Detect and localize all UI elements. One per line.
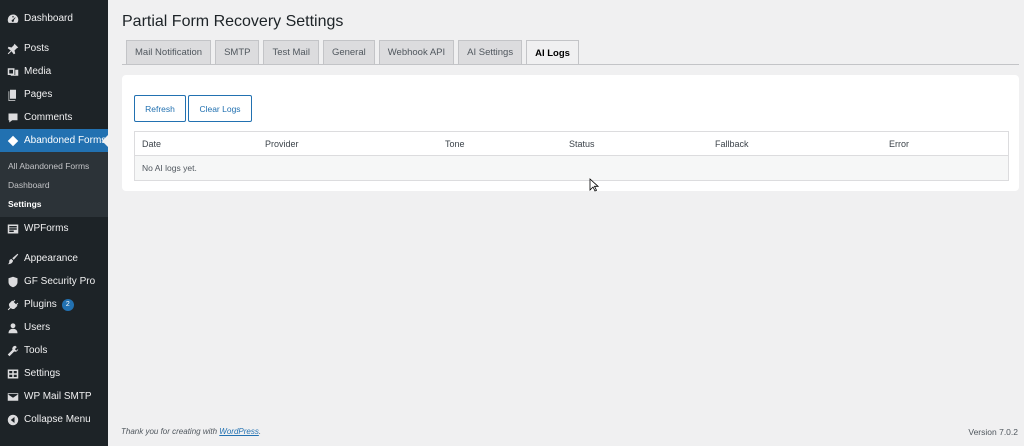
pages-icon: [6, 88, 20, 102]
wordpress-link[interactable]: WordPress: [219, 427, 259, 436]
user-icon: [6, 321, 20, 335]
collapse-icon: [6, 413, 20, 427]
menu-item-wpforms[interactable]: WPForms: [0, 217, 108, 240]
submenu-item-settings[interactable]: Settings: [0, 194, 108, 213]
footer-credit: Thank you for creating with WordPress.: [121, 427, 261, 436]
menu-label: Collapse Menu: [24, 414, 91, 425]
menu-item-tools[interactable]: Tools: [0, 339, 108, 362]
menu-label: WP Mail SMTP: [24, 391, 92, 402]
tab-divider: [122, 64, 1019, 65]
menu-label: WPForms: [24, 223, 69, 234]
menu-item-plugins[interactable]: Plugins 2: [0, 293, 108, 316]
version-text: Version 7.0.2: [968, 427, 1018, 437]
menu-label: Tools: [24, 345, 48, 356]
column-header-tone: Tone: [445, 139, 465, 149]
menu-item-comments[interactable]: Comments: [0, 106, 108, 129]
menu-label: Plugins: [24, 299, 57, 310]
menu-item-gf-security-pro[interactable]: GF Security Pro: [0, 270, 108, 293]
menu-item-dashboard[interactable]: Dashboard: [0, 7, 108, 30]
tab-mail-notification[interactable]: Mail Notification: [126, 40, 212, 64]
abandoned-forms-submenu: All Abandoned Forms Dashboard Settings: [0, 152, 108, 217]
table-header: Date Provider Tone Status Fallback Error: [135, 132, 1008, 156]
mouse-cursor-icon: [589, 178, 599, 192]
wrench-icon: [6, 344, 20, 358]
tab-test-mail[interactable]: Test Mail: [263, 40, 319, 64]
refresh-button[interactable]: Refresh: [134, 95, 186, 122]
brush-icon: [6, 252, 20, 266]
menu-label: Appearance: [24, 253, 78, 264]
dashboard-icon: [6, 12, 20, 26]
tab-general[interactable]: General: [322, 40, 375, 64]
menu-item-abandoned-forms[interactable]: Abandoned Forms: [0, 129, 108, 152]
column-header-fallback: Fallback: [715, 139, 749, 149]
menu-item-media[interactable]: Media: [0, 60, 108, 83]
clear-logs-button[interactable]: Clear Logs: [188, 95, 252, 122]
media-icon: [6, 65, 20, 79]
footer-thanks-suffix: .: [258, 427, 262, 436]
footer-thanks-text: Thank you for creating with: [121, 427, 220, 436]
tab-ai-logs[interactable]: AI Logs: [526, 40, 579, 65]
ai-logs-table: Date Provider Tone Status Fallback Error…: [134, 131, 1009, 181]
diamond-icon: [6, 134, 20, 148]
column-header-provider: Provider: [265, 139, 299, 149]
menu-label: Dashboard: [24, 13, 73, 24]
menu-label: Posts: [24, 43, 50, 54]
page-title: Partial Form Recovery Settings: [122, 13, 344, 30]
menu-label: Abandoned Forms: [24, 135, 107, 146]
menu-label: Users: [24, 322, 51, 333]
column-header-date: Date: [142, 139, 162, 149]
table-row: No AI logs yet.: [135, 156, 1008, 180]
empty-state-message: No AI logs yet.: [142, 163, 197, 173]
shield-icon: [6, 275, 20, 289]
menu-label: Comments: [24, 112, 73, 123]
mail-icon: [6, 390, 20, 404]
menu-item-appearance[interactable]: Appearance: [0, 247, 108, 270]
tab-webhook-api[interactable]: Webhook API: [378, 40, 455, 64]
collapse-menu-button[interactable]: Collapse Menu: [0, 408, 108, 431]
menu-item-users[interactable]: Users: [0, 316, 108, 339]
menu-label: Media: [24, 66, 52, 77]
pin-icon: [6, 42, 20, 56]
menu-item-posts[interactable]: Posts: [0, 37, 108, 60]
plugin-icon: [6, 298, 20, 312]
comment-icon: [6, 111, 20, 125]
settings-tabs: Mail Notification SMTP Test Mail General…: [126, 40, 583, 65]
settings-icon: [6, 367, 20, 381]
menu-item-settings[interactable]: Settings: [0, 362, 108, 385]
submenu-item-all-abandoned-forms[interactable]: All Abandoned Forms: [0, 156, 108, 175]
ai-logs-panel: Refresh Clear Logs Date Provider Tone St…: [122, 75, 1019, 191]
menu-item-pages[interactable]: Pages: [0, 83, 108, 106]
column-header-error: Error: [889, 139, 909, 149]
submenu-item-dashboard[interactable]: Dashboard: [0, 175, 108, 194]
menu-label: Settings: [24, 368, 61, 379]
menu-item-wp-mail-smtp[interactable]: WP Mail SMTP: [0, 385, 108, 408]
form-icon: [6, 222, 20, 236]
plugins-update-badge: 2: [61, 298, 74, 311]
column-header-status: Status: [569, 139, 595, 149]
menu-label: Pages: [24, 89, 53, 100]
tab-smtp[interactable]: SMTP: [215, 40, 260, 64]
tab-ai-settings[interactable]: AI Settings: [458, 40, 523, 64]
menu-label: GF Security Pro: [24, 276, 96, 287]
admin-sidebar: Dashboard Posts Media Pages Comments Aba…: [0, 0, 108, 446]
